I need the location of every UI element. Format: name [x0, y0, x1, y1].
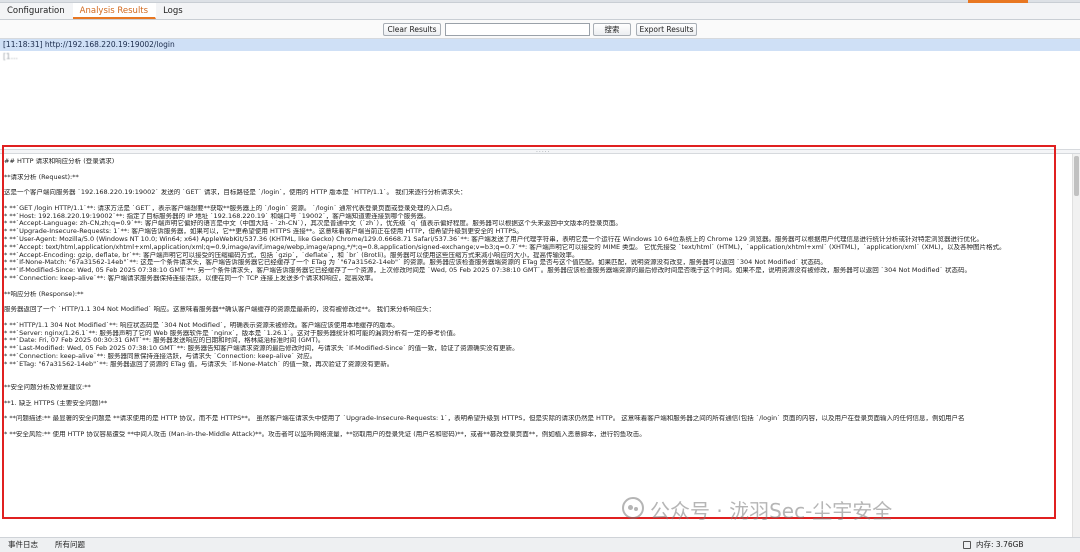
detail-line: * **`Accept-Language: zh-CN,zh;q=0.9`**:… [4, 220, 622, 228]
detail-line: * **安全风险:** 使用 HTTP 协议容易遭受 **中间人攻击 (Man-… [4, 430, 646, 438]
detail-line: * **`Accept-Encoding: gzip, deflate, br`… [4, 251, 579, 259]
detail-line: * **`Date: Fri, 07 Feb 2025 00:30:31 GMT… [4, 337, 325, 345]
vertical-scrollbar[interactable] [1072, 154, 1080, 537]
detail-line [4, 369, 1069, 377]
detail-line [4, 408, 1069, 416]
analysis-detail-text: ## HTTP 请求和响应分析 (登录请求) **请求分析 (Request):*… [0, 154, 1072, 537]
results-list: [11:18:31] http://192.168.220.19:19002/l… [0, 39, 1080, 149]
tab-bar: Configuration Analysis Results Logs [0, 3, 1080, 20]
detail-line: * **`Accept: text/html,application/xhtml… [4, 243, 1006, 251]
all-issues-link[interactable]: 所有问题 [55, 538, 85, 552]
result-item[interactable]: [11:18:31] http://192.168.220.19:19002/l… [0, 39, 1080, 51]
detail-line: * **问题描述:** 最显著的安全问题是 **请求使用的是 HTTP 协议，而… [4, 415, 965, 423]
detail-line [4, 392, 1069, 400]
detail-line: ## HTTP 请求和响应分析 (登录请求) [4, 158, 115, 165]
detail-line: **安全问题分析及修复建议:** [4, 384, 91, 392]
detail-line [4, 166, 1069, 174]
detail-line: * **`If-Modified-Since: Wed, 05 Feb 2025… [4, 267, 971, 275]
detail-line [4, 376, 1069, 384]
export-results-button[interactable]: Export Results [636, 23, 697, 36]
detail-line: * **`GET /login HTTP/1.1`**: 请求方法是 `GET`… [4, 204, 456, 212]
tab-analysis-results[interactable]: Analysis Results [72, 3, 157, 19]
detail-line [4, 423, 1069, 431]
detail-line: * **`Connection: keep-alive`**: 服务器同意保持连… [4, 352, 317, 360]
result-item[interactable]: [1... [0, 51, 1080, 63]
detail-line: **响应分析 (Response):** [4, 290, 84, 298]
memory-icon [963, 541, 971, 549]
detail-line: * **`ETag: "67a31562-14eb"`**: 服务器返回了资源的… [4, 360, 394, 368]
detail-line [4, 181, 1069, 189]
detail-line: 这是一个客户端向服务器 `192.168.220.19:19002` 发送的 `… [4, 189, 467, 197]
detail-line: * **`Server: nginx/1.26.1`**: 服务器声明了它的 W… [4, 329, 460, 337]
detail-line [4, 298, 1069, 306]
search-input[interactable] [445, 23, 590, 36]
detail-line: * **`Upgrade-Insecure-Requests: 1`**: 客户… [4, 228, 523, 236]
detail-line: * **`HTTP/1.1 304 Not Modified`**: 响应状态码… [4, 321, 399, 329]
search-button[interactable]: 搜索 [593, 23, 631, 36]
tab-logs[interactable]: Logs [156, 3, 191, 19]
event-log-link[interactable]: 事件日志 [8, 538, 38, 552]
wechat-icon [622, 497, 644, 519]
detail-line: * **`If-None-Match: "67a31562-14eb"`**: … [4, 259, 827, 267]
detail-line: **请求分析 (Request):** [4, 173, 79, 181]
clear-results-button[interactable]: Clear Results [383, 23, 441, 36]
detail-line: **1. 缺乏 HTTPS (主要安全问题)** [4, 399, 108, 407]
detail-line [4, 197, 1069, 205]
detail-line: 服务器返回了一个 `HTTP/1.1 304 Not Modified` 响应。… [4, 306, 436, 314]
memory-indicator: 内存: 3.76GB [976, 540, 1024, 549]
detail-line [4, 283, 1069, 291]
detail-line: * **`Connection: keep-alive`**: 客户端请求服务器… [4, 274, 378, 282]
detail-line: * **`Last-Modified: Wed, 05 Feb 2025 07:… [4, 345, 519, 353]
detail-line: * **`Host: 192.168.220.19:19002`**: 指定了目… [4, 212, 430, 220]
tab-configuration[interactable]: Configuration [0, 3, 73, 19]
detail-line [4, 314, 1069, 322]
watermark-text: 公众号 · 泷羽Sec-尘宇安全 [650, 499, 893, 523]
toolbar: Clear Results 搜索 Export Results [0, 20, 1080, 39]
detail-line: * **`User-Agent: Mozilla/5.0 (Windows NT… [4, 235, 984, 243]
status-bar: 事件日志 所有问题 内存: 3.76GB [0, 537, 1080, 552]
scrollbar-thumb[interactable] [1074, 156, 1079, 196]
